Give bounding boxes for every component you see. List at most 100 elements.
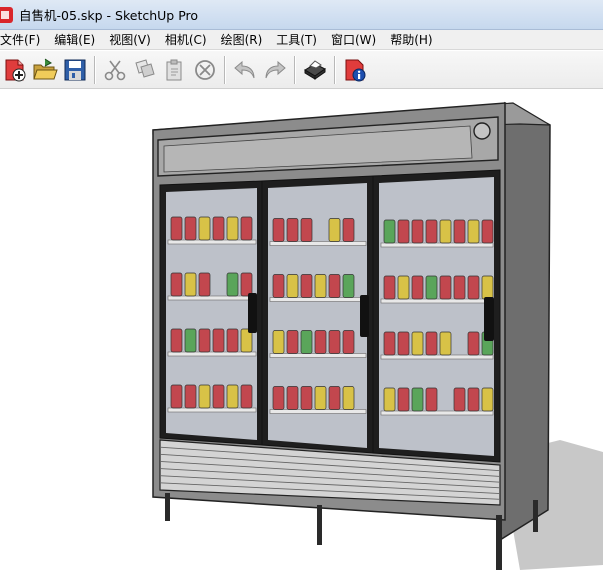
shelf — [380, 410, 494, 416]
model-info-button[interactable] — [340, 55, 370, 85]
undo-button[interactable] — [230, 55, 260, 85]
can — [286, 330, 299, 354]
can — [411, 387, 424, 412]
can — [328, 274, 341, 298]
can — [342, 218, 355, 242]
can — [170, 272, 183, 297]
door-handle-left — [248, 293, 257, 333]
open-folder-icon — [33, 58, 58, 79]
print-button[interactable] — [300, 55, 330, 85]
sketchup-icon — [0, 6, 13, 23]
open-button[interactable] — [30, 55, 60, 85]
can — [240, 216, 253, 241]
shelf — [380, 298, 494, 304]
can — [411, 219, 424, 244]
toolbar-separator — [94, 55, 96, 84]
can — [226, 328, 239, 353]
can — [184, 384, 197, 409]
can — [397, 331, 410, 356]
can — [300, 386, 313, 410]
toolbar-separator — [334, 55, 336, 84]
scissors-icon — [104, 60, 126, 80]
redo-button[interactable] — [260, 55, 290, 85]
can — [425, 275, 438, 300]
can — [453, 275, 466, 300]
new-button[interactable] — [0, 55, 30, 85]
can — [467, 275, 480, 300]
menu-bar: 文件(F) 编辑(E) 视图(V) 相机(C) 绘图(R) 工具(T) 窗口(W… — [0, 30, 603, 50]
menu-camera[interactable]: 相机(C) — [158, 31, 214, 48]
menu-draw[interactable]: 绘图(R) — [214, 31, 270, 48]
can — [184, 272, 197, 297]
can — [272, 386, 285, 410]
can — [439, 219, 452, 244]
printer-icon — [304, 59, 326, 80]
paste-button[interactable] — [160, 55, 190, 85]
can — [467, 387, 480, 412]
leg-front-right — [496, 515, 502, 570]
copy-icon — [135, 58, 155, 78]
can — [314, 330, 327, 354]
menu-tools[interactable]: 工具(T) — [269, 31, 324, 48]
title-bar: 自售机-05.skp - SketchUp Pro — [0, 0, 603, 30]
can — [342, 386, 355, 410]
undo-icon — [234, 60, 255, 78]
shelf — [167, 295, 257, 301]
can — [397, 387, 410, 412]
model-viewport[interactable] — [0, 89, 603, 575]
menu-file[interactable]: 文件(F) — [0, 31, 47, 48]
can — [198, 216, 211, 241]
can — [383, 275, 396, 300]
can — [226, 216, 239, 241]
can — [300, 274, 313, 298]
can — [411, 275, 424, 300]
can — [286, 274, 299, 298]
refrigerator-model — [152, 101, 603, 570]
shelf — [167, 407, 257, 413]
copy-button[interactable] — [130, 55, 160, 85]
save-disk-icon — [64, 59, 86, 80]
can — [425, 387, 438, 412]
can — [467, 219, 480, 244]
redo-icon — [265, 60, 286, 78]
can — [198, 272, 211, 297]
shelf — [380, 354, 494, 360]
can — [286, 218, 299, 242]
can — [383, 387, 396, 412]
leg-front-middle — [317, 505, 322, 545]
toolbar-separator — [224, 55, 226, 84]
cabinet-side-panel — [499, 101, 551, 542]
thermostat-knob — [473, 122, 491, 140]
can — [439, 275, 452, 300]
can — [383, 331, 396, 356]
menu-window[interactable]: 窗口(W) — [324, 31, 383, 48]
can — [314, 386, 327, 410]
can — [314, 274, 327, 298]
can — [286, 386, 299, 410]
can — [453, 219, 466, 244]
menu-edit[interactable]: 编辑(E) — [47, 31, 102, 48]
can — [397, 219, 410, 244]
can — [198, 384, 211, 409]
menu-view[interactable]: 视图(V) — [102, 31, 158, 48]
menu-help[interactable]: 帮助(H) — [383, 31, 439, 48]
can — [184, 216, 197, 241]
can — [300, 218, 313, 242]
can — [481, 219, 494, 244]
cut-button[interactable] — [100, 55, 130, 85]
erase-icon — [195, 59, 215, 80]
can — [328, 386, 341, 410]
can — [328, 330, 341, 354]
can — [170, 328, 183, 353]
can — [272, 218, 285, 242]
paste-icon — [166, 59, 182, 80]
can — [425, 219, 438, 244]
can — [411, 331, 424, 356]
can — [481, 275, 494, 300]
save-button[interactable] — [60, 55, 90, 85]
can — [383, 219, 396, 244]
can — [240, 272, 253, 297]
door-handle-right — [484, 297, 494, 341]
erase-button[interactable] — [190, 55, 220, 85]
can — [212, 216, 225, 241]
